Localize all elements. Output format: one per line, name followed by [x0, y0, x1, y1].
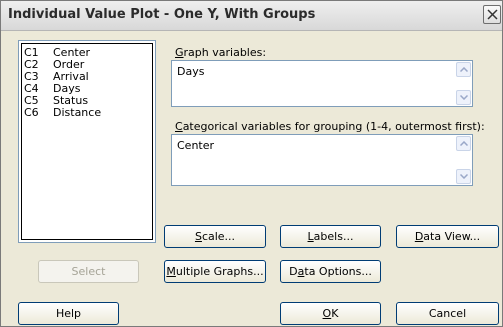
- cancel-button[interactable]: Cancel: [396, 302, 499, 325]
- graph-variables-mnemonic: G: [175, 46, 184, 59]
- variable-list[interactable]: C1 Center C2 Order C3 Arrival C4 Days C5…: [18, 40, 156, 243]
- categorical-variables-value: Center: [177, 139, 215, 152]
- labels-button[interactable]: Labels...: [280, 225, 381, 248]
- chevron-down-icon: [460, 95, 468, 100]
- variable-list-focus-frame: C1 Center C2 Order C3 Arrival C4 Days C5…: [21, 43, 153, 240]
- multiple-graphs-label: ultiple Graphs...: [175, 265, 264, 278]
- window-title: Individual Value Plot - One Y, With Grou…: [8, 7, 316, 22]
- select-button[interactable]: Select: [38, 260, 139, 283]
- scale-label: cale...: [201, 230, 236, 243]
- data-options-button[interactable]: Data Options...: [280, 260, 381, 283]
- title-bar[interactable]: Individual Value Plot - One Y, With Grou…: [1, 1, 502, 31]
- data-options-label-start: D: [289, 265, 298, 278]
- graph-variables-value: Days: [177, 65, 205, 78]
- ok-mnemonic: O: [322, 307, 332, 320]
- close-button[interactable]: [483, 5, 501, 24]
- data-options-label: ta Options...: [304, 265, 372, 278]
- scroll-up-button[interactable]: [456, 136, 471, 151]
- labels-label: abels...: [313, 230, 354, 243]
- variable-name: Distance: [53, 106, 102, 119]
- categorical-label-text: ategorical variables for grouping (1-4, …: [182, 120, 485, 133]
- categorical-variables-label: Categorical variables for grouping (1-4,…: [175, 120, 485, 133]
- data-view-button[interactable]: Data View...: [396, 225, 499, 248]
- categorical-mnemonic: C: [175, 120, 183, 133]
- dialog-window: Individual Value Plot - One Y, With Grou…: [0, 0, 503, 327]
- graph-variables-field[interactable]: Days: [171, 60, 473, 107]
- graph-variables-label: Graph variables:: [175, 46, 266, 59]
- categorical-variables-field[interactable]: Center: [171, 134, 473, 186]
- help-button[interactable]: Help: [18, 302, 119, 325]
- scroll-up-button[interactable]: [456, 62, 471, 77]
- graph-variables-scrollbar[interactable]: [456, 62, 471, 105]
- scroll-down-button[interactable]: [456, 90, 471, 105]
- variable-column: C6: [24, 106, 39, 119]
- scale-mnemonic: S: [194, 230, 202, 243]
- ok-button[interactable]: OK: [280, 302, 381, 325]
- scroll-down-button[interactable]: [456, 169, 471, 184]
- multiple-graphs-mnemonic: M: [166, 265, 176, 278]
- scale-button[interactable]: Scale...: [164, 225, 266, 248]
- graph-variables-label-text: raph variables:: [183, 46, 267, 59]
- chevron-down-icon: [460, 174, 468, 179]
- chevron-up-icon: [460, 141, 468, 146]
- chevron-up-icon: [460, 67, 468, 72]
- close-icon: [487, 9, 498, 20]
- data-view-label: ata View...: [423, 230, 481, 243]
- ok-label: K: [331, 307, 339, 320]
- multiple-graphs-button[interactable]: Multiple Graphs...: [164, 260, 266, 283]
- categorical-scrollbar[interactable]: [456, 136, 471, 184]
